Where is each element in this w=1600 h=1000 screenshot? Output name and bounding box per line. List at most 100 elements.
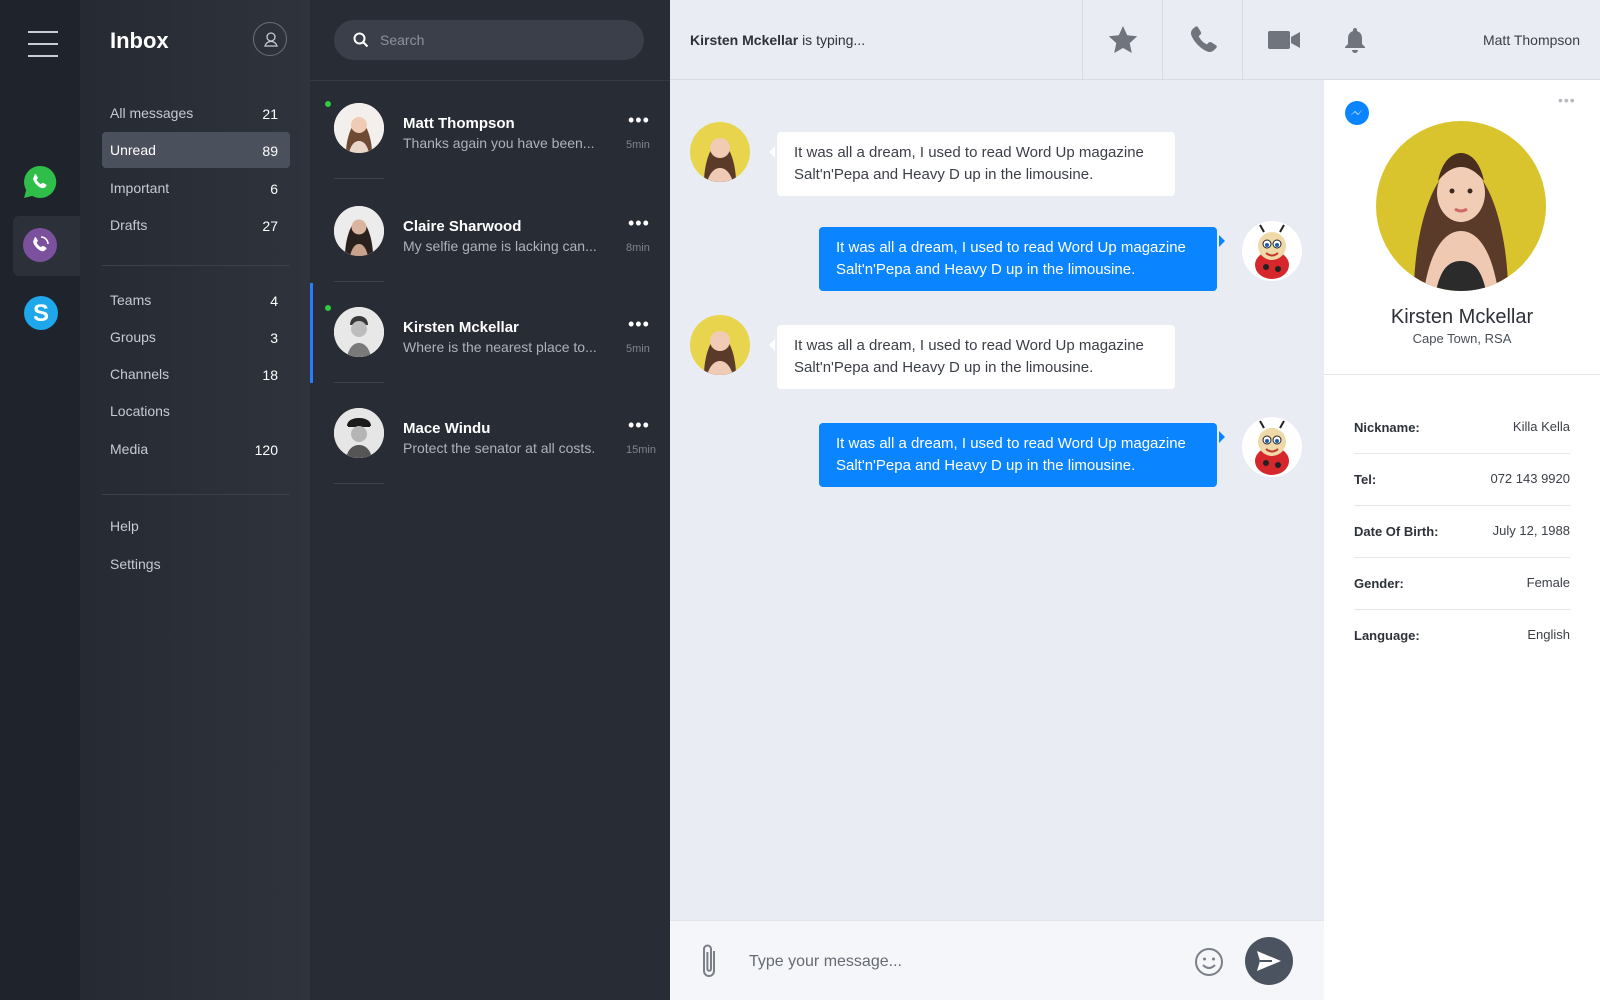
add-contact-button[interactable] bbox=[253, 22, 287, 56]
page-title: Inbox bbox=[110, 28, 169, 53]
conversation-item-selected[interactable]: Kirsten Mckellar Where is the nearest pl… bbox=[310, 283, 670, 407]
message-line: Salt'n'Pepa and Heavy D up in the limous… bbox=[794, 166, 1094, 183]
contact-profile-panel: Matt Thompson ••• Kirsten Mckellar Cape … bbox=[1324, 0, 1600, 1000]
conversation-name: Kirsten Mckellar bbox=[403, 319, 519, 336]
message-bubble-outgoing: It was all a dream, I used to read Word … bbox=[819, 423, 1225, 487]
message-bubble-outgoing: It was all a dream, I used to read Word … bbox=[819, 227, 1225, 291]
avatar-underline bbox=[334, 178, 384, 179]
conversation-time: 15min bbox=[626, 444, 656, 456]
profile-location: Cape Town, RSA bbox=[1412, 331, 1512, 346]
message-line: Salt'n'Pepa and Heavy D up in the limous… bbox=[836, 261, 1136, 278]
app-rail: S bbox=[0, 0, 80, 1000]
online-indicator bbox=[325, 101, 331, 107]
typing-indicator: Kirsten Mckellar is typing... bbox=[690, 32, 865, 48]
message-bubble-incoming: It was all a dream, I used to read Word … bbox=[769, 325, 1175, 389]
favorite-button[interactable] bbox=[1082, 0, 1162, 80]
nav-item-important[interactable]: Important 6 bbox=[102, 170, 290, 206]
online-indicator bbox=[325, 305, 331, 311]
nav-item-media[interactable]: Media 120 bbox=[102, 431, 290, 467]
chat-header: Kirsten Mckellar is typing... bbox=[670, 0, 1324, 80]
video-icon bbox=[1268, 31, 1300, 49]
video-call-button[interactable] bbox=[1242, 0, 1322, 80]
nav-label: Locations bbox=[110, 403, 170, 419]
search-input[interactable]: Search bbox=[380, 32, 424, 48]
current-user-name[interactable]: Matt Thompson bbox=[1483, 32, 1580, 48]
nav-label: Channels bbox=[110, 366, 170, 382]
call-button[interactable] bbox=[1162, 0, 1242, 80]
contact-avatar bbox=[690, 122, 750, 182]
mailbox-nav: Inbox All messages 21 Unread 89 Important 6… bbox=[80, 0, 310, 1000]
whatsapp-icon[interactable] bbox=[22, 164, 58, 200]
messenger-app: S Inbox All messages 21 Unread 89 Importan… bbox=[0, 0, 1600, 1000]
nav-label: Media bbox=[110, 441, 149, 457]
field-value: 072 143 9920 bbox=[1490, 471, 1570, 486]
nav-count: 3 bbox=[270, 330, 278, 346]
user-icon bbox=[264, 32, 278, 47]
send-icon bbox=[1257, 951, 1281, 971]
nav-item-unread[interactable]: Unread 89 bbox=[102, 132, 290, 168]
search-icon bbox=[353, 32, 369, 48]
field-label: Date Of Birth: bbox=[1354, 524, 1439, 539]
skype-icon[interactable]: S bbox=[22, 294, 58, 330]
avatar-underline bbox=[334, 382, 384, 383]
message-line: It was all a dream, I used to read Word … bbox=[794, 144, 1144, 161]
nav-item-teams[interactable]: Teams 4 bbox=[102, 282, 290, 318]
avatar bbox=[334, 103, 384, 153]
field-value: Killa Kella bbox=[1512, 419, 1570, 434]
nav-item-drafts[interactable]: Drafts 27 bbox=[102, 207, 290, 243]
conversation-preview: Protect the senator at all costs. bbox=[403, 440, 596, 456]
more-icon[interactable]: ••• bbox=[628, 416, 650, 434]
more-icon[interactable]: ••• bbox=[628, 315, 650, 333]
more-icon[interactable]: ••• bbox=[628, 214, 650, 232]
profile-field-language: Language: English bbox=[1354, 610, 1570, 662]
conversation-time: 8min bbox=[626, 242, 650, 254]
nav-count: 6 bbox=[270, 181, 278, 197]
bell-icon[interactable] bbox=[1342, 26, 1368, 54]
emoji-icon[interactable] bbox=[1194, 947, 1224, 977]
nav-item-locations[interactable]: Locations bbox=[102, 393, 290, 429]
message-input[interactable]: Type your message... bbox=[749, 953, 902, 971]
send-button[interactable] bbox=[1245, 937, 1293, 985]
profile-field-nickname: Nickname: Killa Kella bbox=[1354, 402, 1570, 454]
nav-count: 21 bbox=[262, 106, 278, 122]
viber-icon[interactable] bbox=[22, 227, 58, 263]
profile-divider bbox=[1324, 374, 1600, 375]
avatar bbox=[334, 408, 384, 458]
more-icon[interactable]: ••• bbox=[628, 111, 650, 129]
profile-field-gender: Gender: Female bbox=[1354, 558, 1570, 610]
avatar bbox=[334, 206, 384, 256]
messenger-icon bbox=[1345, 101, 1369, 125]
more-options-icon[interactable]: ••• bbox=[1558, 92, 1576, 108]
nav-count: 4 bbox=[270, 293, 278, 309]
menu-icon[interactable] bbox=[28, 31, 58, 57]
nav-item-channels[interactable]: Channels 18 bbox=[102, 356, 290, 392]
search-field[interactable]: Search bbox=[334, 20, 644, 60]
profile-header: Matt Thompson bbox=[1324, 0, 1600, 80]
nav-label: Important bbox=[110, 180, 170, 196]
nav-count: 18 bbox=[262, 367, 278, 383]
conversation-item[interactable]: Mace Windu Protect the senator at all co… bbox=[310, 408, 670, 508]
nav-divider bbox=[102, 494, 290, 495]
star-icon bbox=[1108, 26, 1138, 53]
field-value: July 12, 1988 bbox=[1492, 523, 1570, 538]
conversation-item[interactable]: Matt Thompson Thanks again you have been… bbox=[310, 101, 670, 203]
field-label: Language: bbox=[1354, 628, 1420, 643]
nav-item-settings[interactable]: Settings bbox=[102, 546, 290, 582]
nav-label: Groups bbox=[110, 329, 156, 345]
typing-text: is typing... bbox=[802, 32, 866, 48]
nav-item-help[interactable]: Help bbox=[102, 508, 290, 544]
conversation-list: Search Matt Thompson Thanks again you ha… bbox=[310, 0, 670, 1000]
field-label: Gender: bbox=[1354, 576, 1404, 591]
conversation-name: Matt Thompson bbox=[403, 115, 515, 132]
nav-label: Settings bbox=[110, 556, 161, 572]
nav-item-groups[interactable]: Groups 3 bbox=[102, 319, 290, 355]
field-label: Nickname: bbox=[1354, 420, 1420, 435]
nav-item-all-messages[interactable]: All messages 21 bbox=[102, 95, 290, 131]
nav-label: Drafts bbox=[110, 217, 148, 233]
own-avatar bbox=[1242, 417, 1302, 477]
nav-count: 120 bbox=[254, 442, 278, 458]
attachment-icon[interactable] bbox=[698, 943, 722, 981]
conversation-item[interactable]: Claire Sharwood My selfie game is lackin… bbox=[310, 206, 670, 306]
nav-label: All messages bbox=[110, 105, 194, 121]
message-line: Salt'n'Pepa and Heavy D up in the limous… bbox=[836, 457, 1136, 474]
